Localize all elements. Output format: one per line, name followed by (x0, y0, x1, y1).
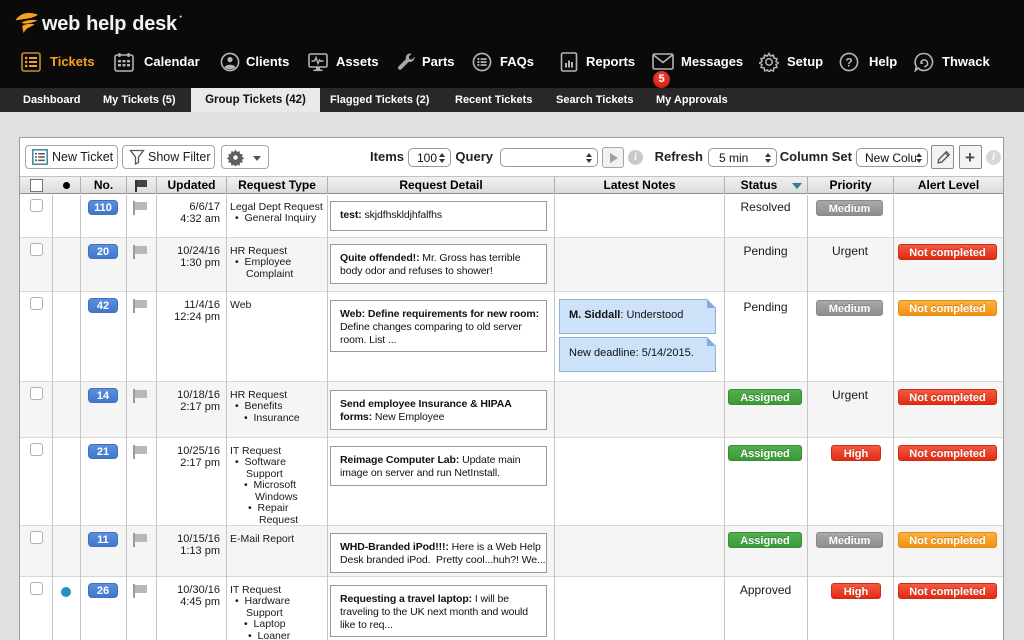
svg-text:?: ? (845, 56, 852, 70)
